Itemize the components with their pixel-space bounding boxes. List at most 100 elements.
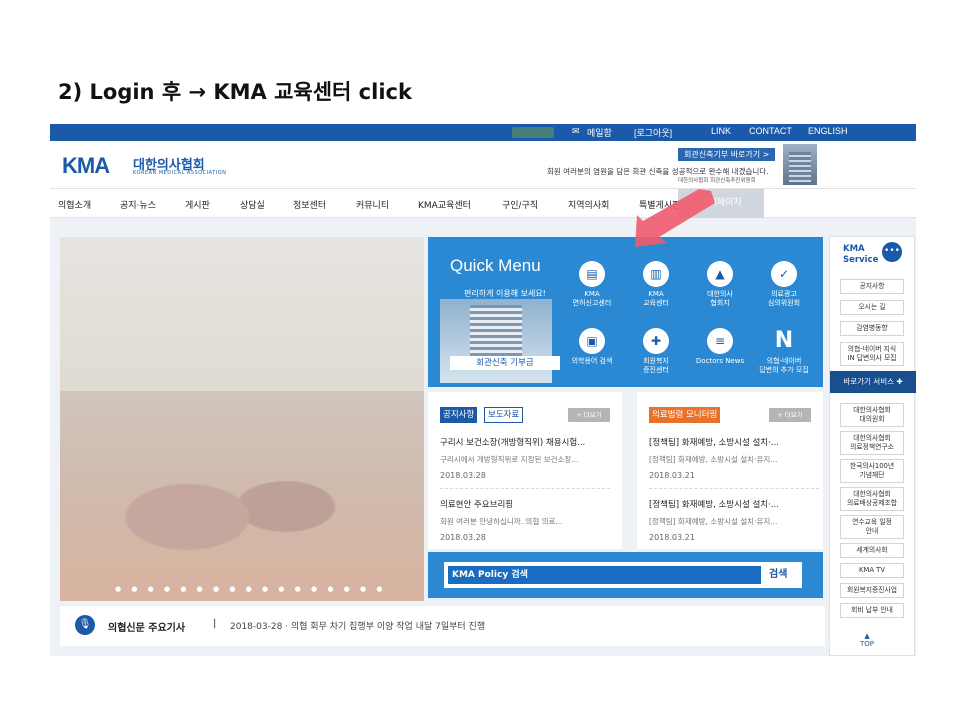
article-title[interactable]: [정책팀] 화재예방, 소방시설 설치·... <box>649 498 819 510</box>
quick-menu-subtitle: 편리하게 이용해 보세요! <box>464 289 546 298</box>
notice-more-button[interactable]: + 더보기 <box>568 408 610 422</box>
quick-item-license-center[interactable]: ▤ KMA 면허신고센터 <box>562 261 622 308</box>
building-image <box>783 144 817 185</box>
hero-overlay <box>60 237 424 601</box>
policy-search-box: KMA Policy 검색 검색 <box>444 562 802 588</box>
nav-item-jobs[interactable]: 구인/구직 <box>502 198 538 211</box>
sidebar-item-naver-recruit[interactable]: 의협-네이버 지식 IN 답변의사 모집 <box>840 342 904 366</box>
tab-notice[interactable]: 공지사항 <box>440 407 478 423</box>
quick-item-education-center[interactable]: ▥ KMA 교육센터 <box>626 261 686 308</box>
nav-item-counsel[interactable]: 상담실 <box>240 198 265 211</box>
policy-search-button[interactable]: 검색 <box>769 562 787 588</box>
site-header: KMA 대한의사협회 KOREAN MEDICAL ASSOCIATION 회관… <box>50 141 916 188</box>
quick-item-doctors-news[interactable]: ≡ Doctors News <box>690 328 750 366</box>
donation-button[interactable]: 회관신축 기부금 <box>450 356 560 370</box>
tab-press-release[interactable]: 보도자료 <box>484 407 524 423</box>
hero-slider-dots[interactable]: ● ● ● ● ● ● ● ● ● ● ● ● ● ● ● ● ● <box>115 585 386 593</box>
list-item[interactable]: 구리시 보건소장(개방형직위) 채용시험... 구리시에서 개방형직위로 지정된… <box>440 436 610 480</box>
sidebar-item-insurance[interactable]: 대한의사협회 의료배상공제조합 <box>840 487 904 511</box>
back-to-top-button[interactable]: ▲ TOP <box>860 632 874 648</box>
quick-item-naver[interactable]: N 의협-네이버 답변의 추가 모집 <box>754 328 814 375</box>
sidebar-item-delegates[interactable]: 대한의사협회 대의원회 <box>840 403 904 427</box>
monitoring-more-button[interactable]: + 더보기 <box>769 408 811 422</box>
article-date: 2018.03.21 <box>649 533 695 542</box>
article-title[interactable]: 의료현안 주요브리핑 <box>440 498 610 510</box>
shortcut-service-header[interactable]: 바로가기 서비스 ✚ <box>830 371 916 393</box>
divider <box>440 488 610 489</box>
graduation-cap-icon: ▲ <box>707 261 733 287</box>
sidebar-item-wma[interactable]: 세계의사회 <box>840 543 904 558</box>
quick-item-welfare[interactable]: ✚ 회원복지 증진센터 <box>626 328 686 375</box>
sidebar-item-dues[interactable]: 회비 납부 안내 <box>840 603 904 618</box>
policy-search: KMA Policy 검색 검색 <box>428 552 823 598</box>
quick-item-label: Doctors News <box>695 357 745 365</box>
sidebar-item-welfare[interactable]: 회원복지증진사업 <box>840 583 904 598</box>
quick-item-label: 의학용어 검색 <box>571 357 613 365</box>
nav-item-notice-news[interactable]: 공지·뉴스 <box>120 198 156 211</box>
banner-subtext: 대한의사협회 회관신축추진위원회 <box>678 178 756 184</box>
user-name-redacted <box>512 127 554 138</box>
news-ticker-title: 의협신문 주요기사 <box>108 623 186 634</box>
nav-item-info-center[interactable]: 정보센터 <box>293 198 326 211</box>
list-item[interactable]: [정책팀] 화재예방, 소방시설 설치·... [정책팀] 화재예방, 소방시설… <box>649 436 819 480</box>
medical-kit-icon: ✚ <box>643 328 669 354</box>
sidebar-item-notice[interactable]: 공지사항 <box>840 279 904 294</box>
monitoring-panel: 의료법령 모니터링 + 더보기 [정책팀] 화재예방, 소방시설 설치·... … <box>637 392 823 549</box>
quick-item-label: 의료광고 심의위원회 <box>767 290 801 307</box>
sidebar-item-centennial[interactable]: 한국의사100년 기념재단 <box>840 459 904 483</box>
quick-item-journal[interactable]: ▲ 대한의사 협회지 <box>690 261 750 308</box>
logo-mark-text: KMA <box>62 153 110 178</box>
mailbox-link[interactable]: 메일함 <box>587 126 612 139</box>
notice-panel: 공지사항 보도자료 + 더보기 구리시 보건소장(개방형직위) 채용시험... … <box>428 392 622 549</box>
top-utility-bar: ✉ 메일함 [로그아웃] LINK CONTACT ENGLISH <box>50 124 916 141</box>
list-item[interactable]: 의료현안 주요브리핑 회원 여러분 안녕하십니까. 의협 의료... 2018.… <box>440 498 610 542</box>
english-link[interactable]: ENGLISH <box>808 126 848 136</box>
news-headline-link[interactable]: 2018-03-28 · 의협 회무 차기 집행부 이양 작업 내달 7일부터 … <box>230 619 485 632</box>
quick-item-term-search[interactable]: ▣ 의학용어 검색 <box>562 328 622 366</box>
nav-item-board[interactable]: 게시판 <box>185 198 210 211</box>
logout-link[interactable]: [로그아웃] <box>634 126 672 139</box>
quick-item-label: KMA 면허신고센터 <box>572 290 612 307</box>
article-title[interactable]: 구리시 보건소장(개방형직위) 채용시험... <box>440 436 610 448</box>
divider <box>649 488 819 489</box>
donation-building-image <box>440 299 552 383</box>
nav-item-about[interactable]: 의협소개 <box>58 198 91 211</box>
sidebar-title: KMA Service <box>843 244 879 265</box>
article-preview: 회원 여러분 안녕하십니까. 의협 의료... <box>440 517 563 526</box>
nav-item-regional[interactable]: 지역의사회 <box>568 198 609 211</box>
sidebar-item-kma-tv[interactable]: KMA TV <box>840 563 904 578</box>
checklist-icon: ✓ <box>771 261 797 287</box>
list-item[interactable]: [정책팀] 화재예방, 소방시설 설치·... [정책팀] 화재예방, 소방시설… <box>649 498 819 542</box>
news-ticker-separator: | <box>213 618 217 629</box>
id-card-icon: ▤ <box>579 261 605 287</box>
microphone-icon: 🎙 <box>75 615 95 635</box>
sidebar-item-infection[interactable]: 감염병동향 <box>840 321 904 336</box>
building-donation-banner-button[interactable]: 회관신축기부 바로가기 > <box>678 148 776 161</box>
tab-legal-monitoring[interactable]: 의료법령 모니터링 <box>649 407 721 423</box>
dictionary-icon: ▣ <box>579 328 605 354</box>
quick-menu: Quick Menu 편리하게 이용해 보세요! 회관신축 기부금 ▤ KMA … <box>428 237 823 387</box>
article-title[interactable]: [정책팀] 화재예방, 소방시설 설치·... <box>649 436 819 448</box>
kma-logo[interactable]: KMA <box>62 153 110 179</box>
nav-item-community[interactable]: 커뮤니티 <box>356 198 389 211</box>
article-date: 2018.03.21 <box>649 471 695 480</box>
quick-item-label: KMA 교육센터 <box>643 290 669 307</box>
mail-icon[interactable]: ✉ <box>572 126 580 137</box>
sidebar-item-training-schedule[interactable]: 연수교육 일정 안내 <box>840 515 904 539</box>
link-menu[interactable]: LINK <box>711 126 731 136</box>
article-preview: [정책팀] 화재예방, 소방시설 설치·유지... <box>649 455 778 464</box>
news-icon: ≡ <box>707 328 733 354</box>
quick-item-label: 의협-네이버 답변의 추가 모집 <box>759 357 809 374</box>
nav-item-kma-education-center[interactable]: KMA교육센터 <box>418 198 471 211</box>
quick-menu-title: Quick Menu <box>450 256 541 275</box>
article-preview: 구리시에서 개방형직위로 지정된 보건소장... <box>440 455 579 464</box>
chat-bubble-icon: ••• <box>882 242 902 262</box>
contact-link[interactable]: CONTACT <box>749 126 792 136</box>
sidebar-item-directions[interactable]: 오시는 길 <box>840 300 904 315</box>
quick-item-ad-review[interactable]: ✓ 의료광고 심의위원회 <box>754 261 814 308</box>
policy-search-input[interactable]: KMA Policy 검색 <box>448 566 761 584</box>
sidebar-item-policy-institute[interactable]: 대한의사협회 의료정책연구소 <box>840 431 904 455</box>
book-icon: ▥ <box>643 261 669 287</box>
hero-photo: ● ● ● ● ● ● ● ● ● ● ● ● ● ● ● ● ● <box>60 237 424 601</box>
naver-icon: N <box>774 328 794 353</box>
